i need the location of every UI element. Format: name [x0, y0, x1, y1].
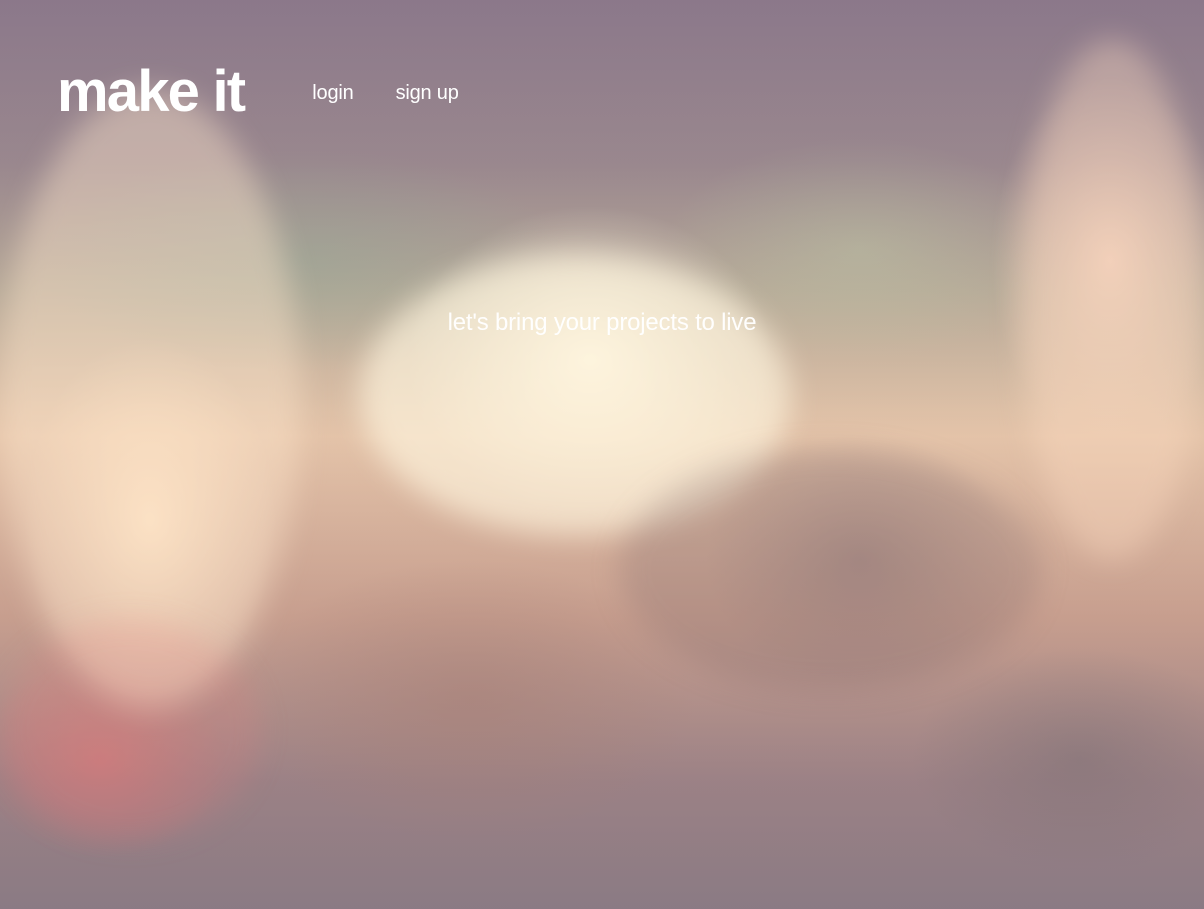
- cloud-shape: [1020, 40, 1204, 560]
- hero-tagline: let's bring your projects to live: [447, 309, 757, 336]
- site-header: make it login sign up: [57, 63, 459, 121]
- login-link[interactable]: login: [312, 82, 353, 105]
- logo[interactable]: make it: [57, 63, 246, 121]
- signup-link[interactable]: sign up: [396, 82, 459, 105]
- landing-page: make it login sign up let's bring your p…: [0, 0, 1204, 909]
- main-nav: login sign up: [312, 82, 459, 105]
- cloud-shape: [620, 450, 1040, 690]
- cloud-shape: [0, 90, 300, 710]
- cloud-shape: [0, 620, 260, 840]
